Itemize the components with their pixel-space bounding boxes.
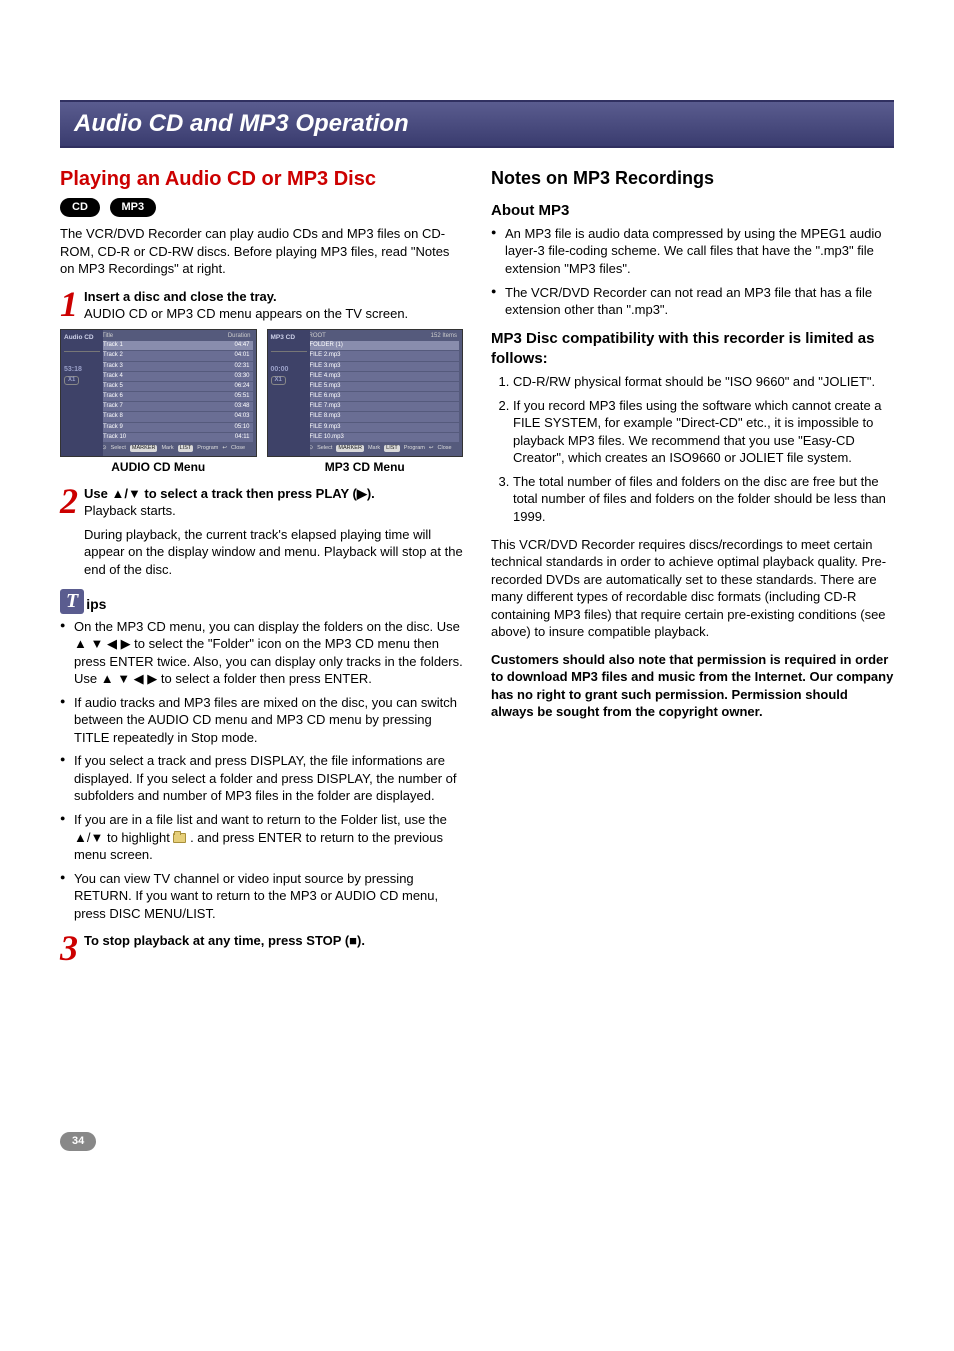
mp3-root: ROOT — [309, 333, 326, 340]
step-3: 3 To stop playback at any time, press ST… — [60, 932, 463, 964]
tip-item: You can view TV channel or video input s… — [60, 870, 463, 923]
left-column: Playing an Audio CD or MP3 Disc CD MP3 T… — [60, 166, 463, 970]
step-1-number: 1 — [60, 288, 78, 320]
intro-paragraph: The VCR/DVD Recorder can play audio CDs … — [60, 225, 463, 278]
compat-item: The total number of files and folders on… — [513, 473, 894, 526]
table-row: Track 204:01 — [100, 351, 253, 360]
step-2-lead: Use ▲/▼ to select a track then press PLA… — [84, 486, 375, 501]
tip-item: If audio tracks and MP3 files are mixed … — [60, 694, 463, 747]
step-3-number: 3 — [60, 932, 78, 964]
about-item: An MP3 file is audio data compressed by … — [491, 225, 894, 278]
tips-list: On the MP3 CD menu, you can display the … — [60, 618, 463, 923]
table-row: FILE 2.mp3 — [307, 351, 460, 360]
about-item: The VCR/DVD Recorder can not read an MP3… — [491, 284, 894, 319]
chapter-title: Audio CD and MP3 Operation — [74, 110, 409, 137]
caption-mp3-cd: MP3 CD Menu — [267, 459, 464, 475]
audio-col-title: Title — [102, 333, 113, 340]
compatibility-list: CD-R/RW physical format should be "ISO 9… — [491, 373, 894, 525]
table-row: FILE 6.mp3 — [307, 392, 460, 401]
standards-paragraph: This VCR/DVD Recorder requires discs/rec… — [491, 536, 894, 641]
table-row: Track 703:48 — [100, 402, 253, 411]
table-row: Track 1004:11 — [100, 433, 253, 442]
tips-t-icon: T — [60, 589, 84, 614]
audio-side-label: Audio CD — [64, 334, 100, 342]
chapter-title-bar: Audio CD and MP3 Operation — [60, 100, 894, 148]
step-2-number: 2 — [60, 485, 78, 517]
step-2-body: Playback starts. — [84, 503, 176, 518]
mp3-side-x: X1 — [271, 376, 286, 385]
table-row: Track 104:47 — [100, 341, 253, 350]
audio-col-duration: Duration — [228, 333, 251, 340]
menu-screenshots: Audio CD 53:18 X1 Title Duration Track 1… — [60, 329, 463, 457]
caption-audio-cd: AUDIO CD Menu — [60, 459, 257, 475]
step-1-lead: Insert a disc and close the tray. — [84, 289, 277, 304]
folder-icon — [173, 833, 186, 843]
step-2: 2 Use ▲/▼ to select a track then press P… — [60, 485, 463, 520]
tip-item: If you select a track and press DISPLAY,… — [60, 752, 463, 805]
table-row: Track 403:30 — [100, 372, 253, 381]
table-row: FILE 9.mp3 — [307, 423, 460, 432]
mp3-cd-menu: MP3 CD 00:00 X1 ROOT 152 Items FOLDER (1… — [267, 329, 464, 457]
step-1-body: AUDIO CD or MP3 CD menu appears on the T… — [84, 306, 408, 321]
table-row: FILE 10.mp3 — [307, 433, 460, 442]
step-3-lead: To stop playback at any time, press STOP… — [84, 933, 365, 948]
left-heading: Playing an Audio CD or MP3 Disc — [60, 166, 463, 193]
step-2-extra: During playback, the current track's ela… — [84, 526, 463, 579]
table-row: Track 605:51 — [100, 392, 253, 401]
tips-heading: T ips — [60, 589, 463, 614]
right-column: Notes on MP3 Recordings About MP3 An MP3… — [491, 166, 894, 970]
step-1: 1 Insert a disc and close the tray. AUDI… — [60, 288, 463, 323]
table-row: Track 506:24 — [100, 382, 253, 391]
audio-side-x: X1 — [64, 376, 79, 385]
table-row: Track 804:03 — [100, 412, 253, 421]
table-row: FILE 4.mp3 — [307, 372, 460, 381]
table-row: FILE 7.mp3 — [307, 402, 460, 411]
pill-mp3: MP3 — [110, 198, 157, 217]
pill-cd: CD — [60, 198, 100, 217]
table-row: FILE 8.mp3 — [307, 412, 460, 421]
table-row: FOLDER (1) — [307, 341, 460, 350]
compatibility-heading: MP3 Disc compatibility with this recorde… — [491, 329, 894, 370]
audio-side-time: 53:18 — [64, 366, 100, 374]
permission-paragraph: Customers should also note that permissi… — [491, 651, 894, 721]
about-mp3-heading: About MP3 — [491, 201, 894, 221]
mp3-items: 152 Items — [431, 333, 457, 340]
tips-label: ips — [86, 595, 106, 614]
mp3-side-label: MP3 CD — [271, 334, 307, 342]
page-number: 34 — [60, 1132, 96, 1151]
compat-item: CD-R/RW physical format should be "ISO 9… — [513, 373, 894, 391]
page-number-container: 34 — [60, 1131, 894, 1151]
tip-item: On the MP3 CD menu, you can display the … — [60, 618, 463, 688]
compat-item: If you record MP3 files using the softwa… — [513, 397, 894, 467]
about-mp3-list: An MP3 file is audio data compressed by … — [491, 225, 894, 319]
mp3-side-time: 00:00 — [271, 366, 307, 374]
table-row: Track 302:31 — [100, 362, 253, 371]
table-row: FILE 3.mp3 — [307, 362, 460, 371]
table-row: Track 905:10 — [100, 423, 253, 432]
menu-captions: AUDIO CD Menu MP3 CD Menu — [60, 459, 463, 475]
audio-cd-menu: Audio CD 53:18 X1 Title Duration Track 1… — [60, 329, 257, 457]
table-row: FILE 5.mp3 — [307, 382, 460, 391]
tip-item: If you are in a file list and want to re… — [60, 811, 463, 864]
right-heading: Notes on MP3 Recordings — [491, 166, 894, 190]
format-pills: CD MP3 — [60, 197, 463, 217]
